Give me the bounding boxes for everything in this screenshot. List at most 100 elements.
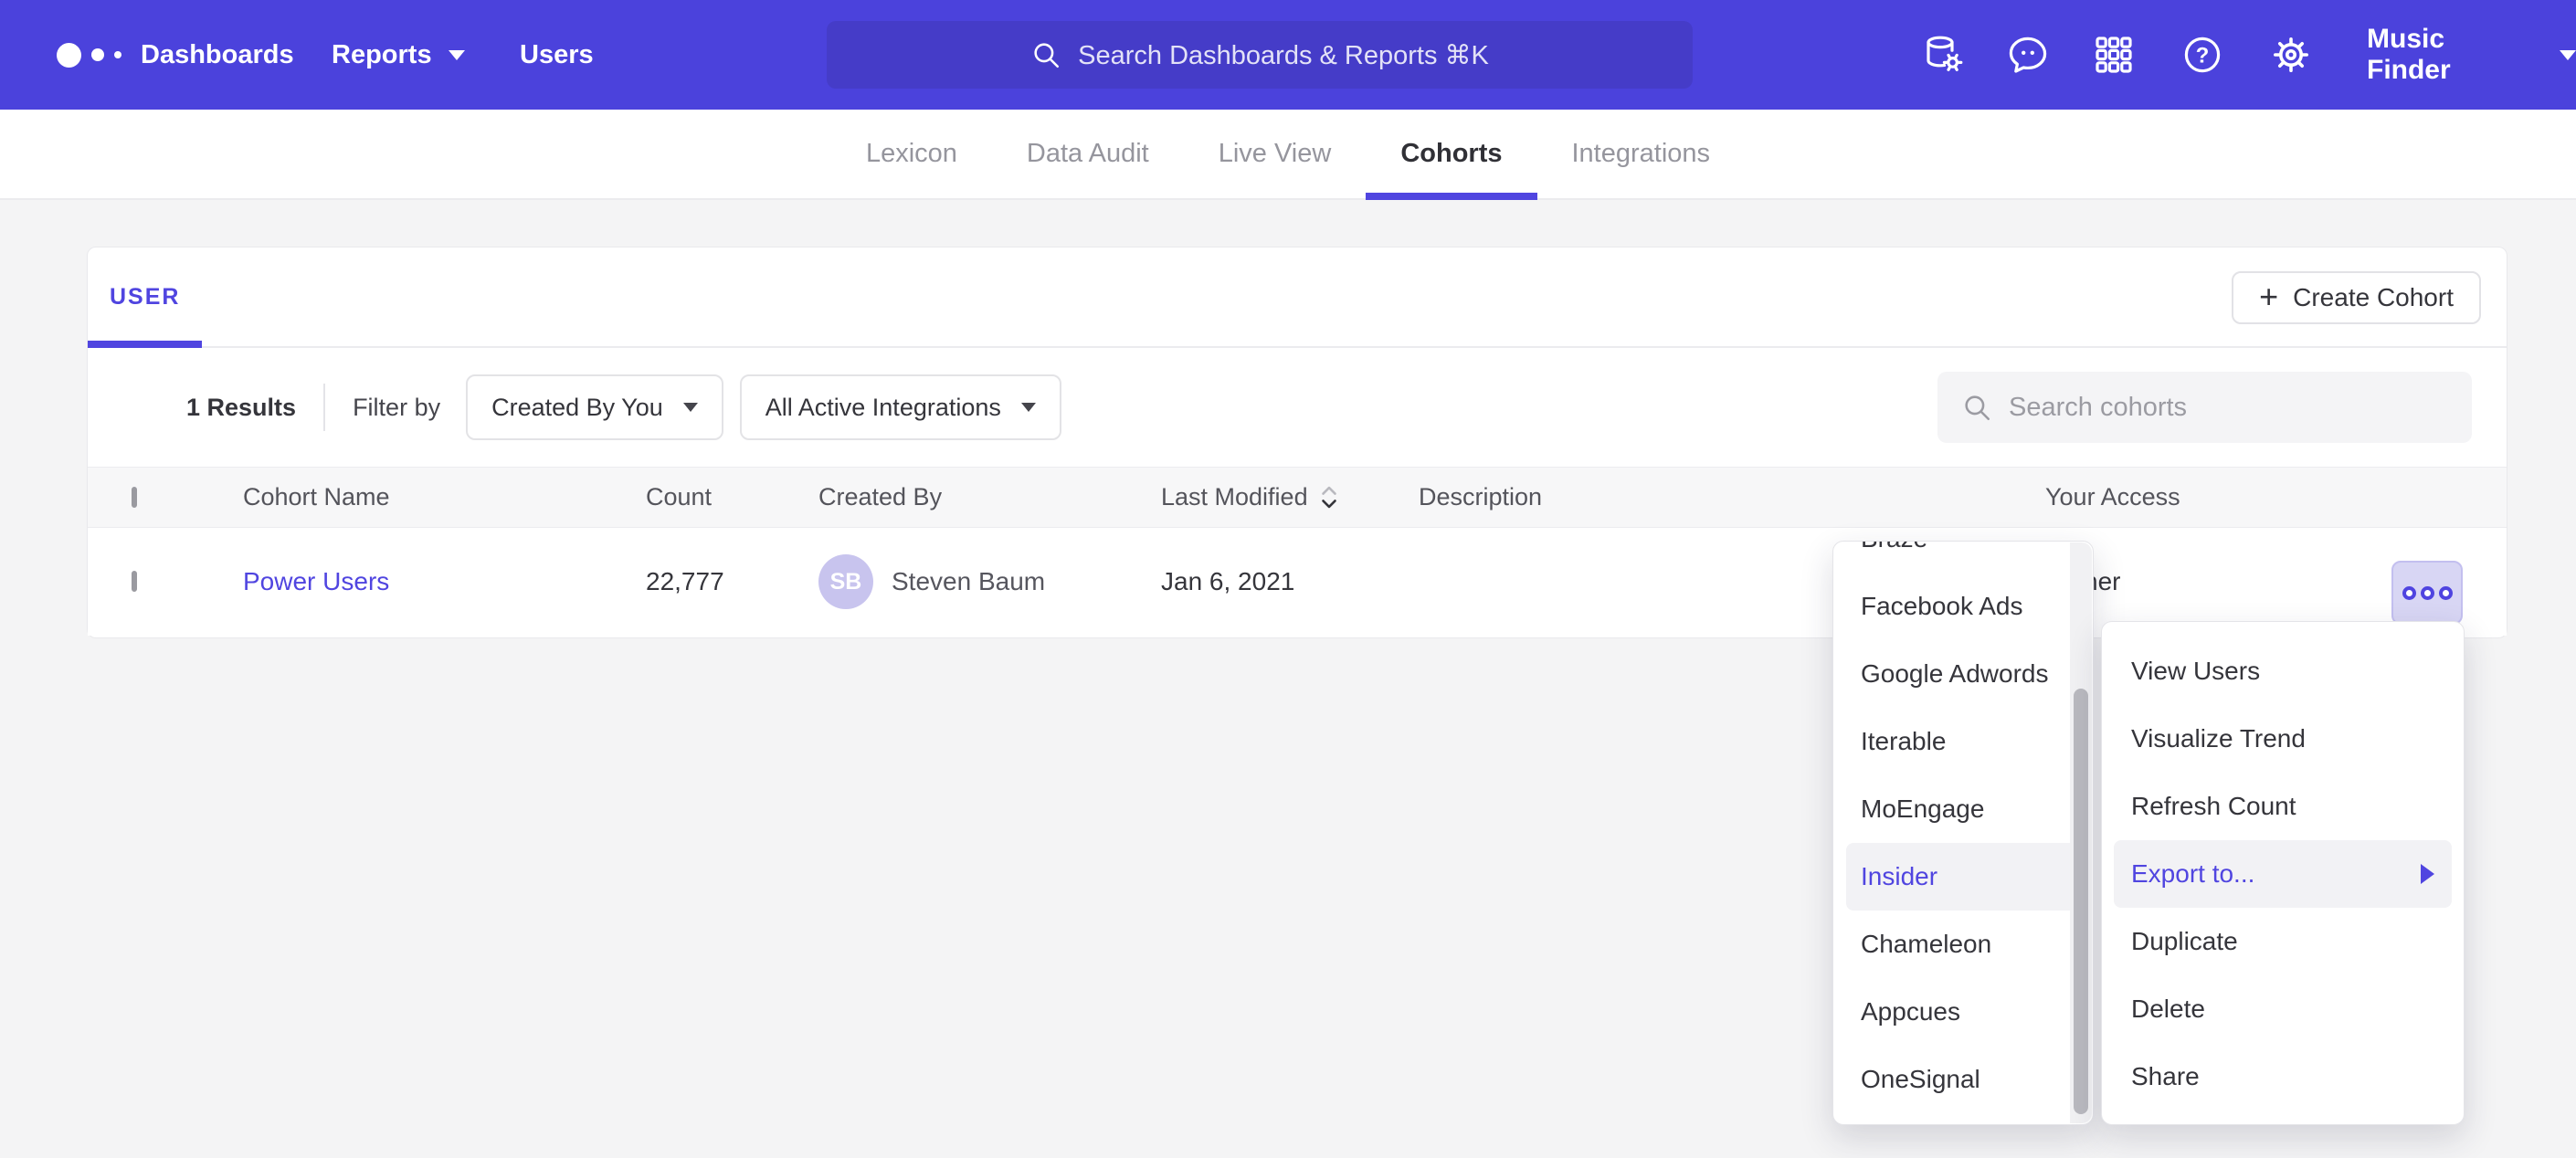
logo-dot-large — [57, 43, 81, 68]
nav-item-label: Reports — [332, 40, 432, 70]
row-actions-button[interactable] — [2391, 561, 2463, 625]
column-header-cohort-name[interactable]: Cohort Name — [243, 483, 646, 511]
column-header-count[interactable]: Count — [646, 483, 818, 511]
submenu-item-google-adwords[interactable]: Google Adwords — [1833, 640, 2093, 708]
submenu-item-iterable[interactable]: Iterable — [1833, 708, 2093, 775]
plus-icon: + — [2259, 280, 2278, 313]
menu-item-label: Export to... — [2131, 859, 2254, 889]
created-by-cell: SB Steven Baum — [818, 554, 1161, 609]
chevron-down-icon — [683, 403, 698, 412]
column-label: Last Modified — [1161, 483, 1308, 511]
cohort-search-input[interactable]: Search cohorts — [1937, 372, 2472, 443]
tab-cohorts[interactable]: Cohorts — [1366, 110, 1536, 198]
nav-item-dashboards[interactable]: Dashboards — [141, 0, 294, 110]
chevron-down-icon — [449, 50, 465, 60]
column-header-your-access[interactable]: Your Access — [2045, 483, 2507, 511]
tab-live-view[interactable]: Live View — [1184, 110, 1367, 198]
create-cohort-button[interactable]: + Create Cohort — [2232, 271, 2481, 324]
submenu-item-braze[interactable]: Braze — [1833, 541, 2093, 573]
filter-by-label: Filter by — [353, 394, 440, 422]
column-label: Cohort Name — [243, 483, 390, 511]
sort-icon — [1317, 484, 1341, 511]
column-label: Count — [646, 483, 712, 511]
submenu-item-moengage[interactable]: MoEngage — [1833, 775, 2093, 843]
tab-user-cohorts[interactable]: USER — [88, 247, 202, 346]
cohort-name-link[interactable]: Power Users — [243, 567, 389, 595]
feedback-icon[interactable] — [2006, 33, 2050, 77]
menu-item-delete[interactable]: Delete — [2102, 975, 2464, 1043]
submenu-item-onesignal[interactable]: OneSignal — [1833, 1046, 2093, 1113]
column-header-created-by[interactable]: Created By — [818, 483, 1161, 511]
tab-integrations[interactable]: Integrations — [1537, 110, 1746, 198]
column-header-description[interactable]: Description — [1419, 483, 2045, 511]
column-header-last-modified[interactable]: Last Modified — [1161, 483, 1419, 511]
submenu-scrollbar-track[interactable] — [2070, 542, 2092, 1123]
top-navbar: Dashboards Reports Users Search Dashboar… — [0, 0, 2576, 110]
nav-item-label: Users — [520, 40, 594, 70]
mixpanel-logo[interactable] — [57, 0, 121, 110]
cohort-search-placeholder: Search cohorts — [2009, 393, 2187, 423]
menu-item-duplicate[interactable]: Duplicate — [2102, 908, 2464, 975]
tab-label: Cohorts — [1400, 139, 1502, 169]
settings-gear-icon[interactable] — [2269, 33, 2313, 77]
dot-icon — [2439, 586, 2453, 600]
tab-label: Live View — [1219, 139, 1332, 169]
select-all-checkbox[interactable] — [132, 487, 137, 508]
tab-data-audit[interactable]: Data Audit — [992, 110, 1184, 198]
tab-label: USER — [110, 284, 180, 311]
project-switcher[interactable]: Music Finder — [2367, 0, 2576, 110]
nav-item-label: Dashboards — [141, 40, 294, 70]
integrations-filter-dropdown[interactable]: All Active Integrations — [740, 374, 1061, 440]
table-header-row: Cohort Name Count Created By Last Modifi… — [88, 467, 2507, 528]
column-label: Description — [1419, 483, 1542, 511]
submenu-item-appcues[interactable]: Appcues — [1833, 978, 2093, 1046]
submenu-item-chameleon[interactable]: Chameleon — [1833, 911, 2093, 978]
tab-label: Data Audit — [1027, 139, 1149, 169]
tab-label: Integrations — [1572, 139, 1711, 169]
row-actions-menu: View Users Visualize Trend Refresh Count… — [2101, 621, 2465, 1125]
cohort-count: 22,777 — [646, 567, 818, 596]
menu-item-share[interactable]: Share — [2102, 1043, 2464, 1111]
results-count: 1 Results — [186, 394, 296, 422]
nav-item-users[interactable]: Users — [520, 0, 594, 110]
search-icon — [1961, 392, 1992, 423]
cohorts-card: USER + Create Cohort 1 Results Filter by… — [87, 247, 2507, 638]
apps-grid-icon[interactable] — [2092, 33, 2136, 77]
column-label: Your Access — [2045, 483, 2180, 511]
table-row: Power Users 22,777 SB Steven Baum Jan 6,… — [88, 528, 2507, 636]
global-search-input[interactable]: Search Dashboards & Reports ⌘K — [827, 21, 1693, 89]
last-modified-date: Jan 6, 2021 — [1161, 567, 1419, 596]
divider — [323, 384, 325, 431]
section-tabs: Lexicon Data Audit Live View Cohorts Int… — [0, 110, 2576, 200]
data-management-icon[interactable] — [1922, 33, 1966, 77]
menu-item-refresh-count[interactable]: Refresh Count — [2102, 773, 2464, 840]
submenu-item-insider[interactable]: Insider — [1846, 843, 2080, 911]
create-cohort-label: Create Cohort — [2293, 283, 2454, 312]
menu-item-export-to[interactable]: Export to... — [2114, 840, 2452, 908]
logo-dot-medium — [91, 48, 104, 61]
logo-dot-small — [114, 51, 121, 58]
export-destinations-submenu: Braze Facebook Ads Google Adwords Iterab… — [1832, 541, 2094, 1125]
chevron-down-icon — [2560, 50, 2576, 60]
row-checkbox[interactable] — [132, 571, 137, 592]
column-label: Created By — [818, 483, 942, 511]
cohort-type-tabbar: USER + Create Cohort — [88, 247, 2507, 348]
project-name: Music Finder — [2367, 24, 2536, 86]
dropdown-value: All Active Integrations — [765, 394, 1001, 422]
help-icon[interactable]: ? — [2180, 33, 2224, 77]
row-actions-list: View Users Visualize Trend Refresh Count… — [2102, 637, 2464, 1111]
filter-toolbar: 1 Results Filter by Created By You All A… — [88, 348, 2507, 467]
tab-lexicon[interactable]: Lexicon — [831, 110, 992, 198]
export-destinations-list: Braze Facebook Ads Google Adwords Iterab… — [1833, 541, 2093, 1113]
global-search-placeholder: Search Dashboards & Reports ⌘K — [1078, 39, 1489, 71]
nav-item-reports[interactable]: Reports — [332, 0, 465, 110]
dropdown-value: Created By You — [491, 394, 663, 422]
svg-text:?: ? — [2196, 43, 2210, 68]
menu-item-visualize-trend[interactable]: Visualize Trend — [2102, 705, 2464, 773]
search-icon — [1030, 39, 1061, 70]
menu-item-view-users[interactable]: View Users — [2102, 637, 2464, 705]
chevron-down-icon — [1021, 403, 1036, 412]
submenu-item-facebook-ads[interactable]: Facebook Ads — [1833, 573, 2093, 640]
created-by-filter-dropdown[interactable]: Created By You — [466, 374, 723, 440]
submenu-scrollbar-thumb[interactable] — [2074, 689, 2088, 1114]
